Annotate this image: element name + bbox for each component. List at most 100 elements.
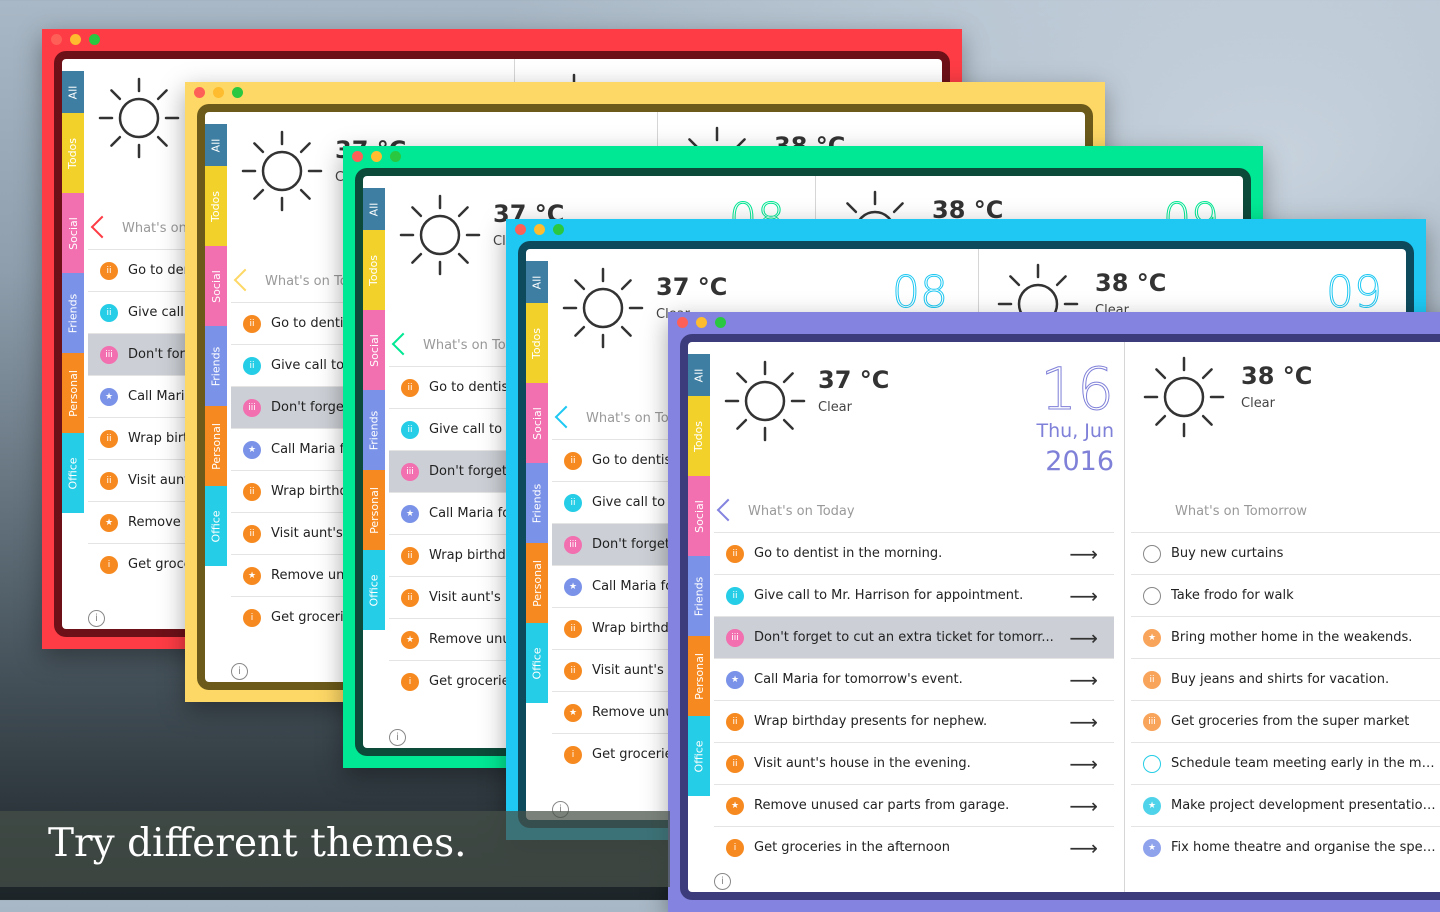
arrow-right-icon[interactable]: ⟶ [1069,626,1098,650]
category-icon[interactable]: iii [1143,712,1161,731]
tab-office[interactable]: Office [62,433,84,513]
zoom-button[interactable] [89,34,100,45]
category-icon[interactable]: ii [1143,670,1161,689]
tab-friends[interactable]: Friends [62,273,84,353]
tab-office[interactable]: Office [688,716,710,796]
category-icon[interactable]: ii [243,356,261,375]
zoom-button[interactable] [553,224,564,235]
zoom-button[interactable] [390,151,401,162]
close-button[interactable] [352,151,363,162]
category-icon[interactable]: ii [243,524,261,543]
today-item-row[interactable]: ★ Remove unused car parts from garage. ⟶ [714,784,1114,826]
empty-circle-icon[interactable] [1143,754,1161,773]
tab-todos[interactable]: Todos [205,166,227,246]
tab-office[interactable]: Office [363,550,385,630]
category-icon[interactable]: iii [726,628,744,647]
category-icon[interactable]: i [401,672,419,691]
tab-office[interactable]: Office [526,623,548,703]
arrow-right-icon[interactable]: ⟶ [1069,752,1098,776]
star-icon[interactable]: ★ [401,504,419,523]
category-icon[interactable]: ii [564,451,582,470]
close-button[interactable] [515,224,526,235]
category-icon[interactable]: ii [401,378,419,397]
category-icon[interactable]: ii [726,712,744,731]
category-icon[interactable]: iii [564,535,582,554]
category-icon[interactable]: ii [401,588,419,607]
back-chevron-icon[interactable] [554,405,578,429]
star-icon[interactable]: ★ [564,703,582,722]
tomorrow-item-row[interactable]: Schedule team meeting early in the morni… [1131,742,1440,784]
tomorrow-item-row[interactable]: Take frodo for walk [1131,574,1440,616]
tab-personal[interactable]: Personal [62,353,84,433]
tab-all[interactable]: All [526,261,548,303]
minimize-button[interactable] [70,34,81,45]
today-item-row[interactable]: ii Visit aunt's house in the evening. ⟶ [714,742,1114,784]
close-button[interactable] [194,87,205,98]
tab-friends[interactable]: Friends [363,390,385,470]
tab-personal[interactable]: Personal [526,543,548,623]
tab-office[interactable]: Office [205,486,227,566]
category-icon[interactable]: i [726,838,744,857]
tab-all[interactable]: All [205,124,227,166]
arrow-right-icon[interactable]: ⟶ [1069,584,1098,608]
category-icon[interactable]: ii [401,420,419,439]
star-icon[interactable]: ★ [726,796,744,815]
category-icon[interactable]: iii [100,345,118,364]
category-icon[interactable]: ii [100,261,118,280]
category-icon[interactable]: ii [243,314,261,333]
tab-friends[interactable]: Friends [526,463,548,543]
today-item-row[interactable]: ★ Call Maria for tomorrow's event. ⟶ [714,658,1114,700]
tomorrow-item-row[interactable]: iii Get groceries from the super market [1131,700,1440,742]
tomorrow-item-row[interactable]: Buy new curtains [1131,532,1440,574]
star-icon[interactable]: ★ [1143,838,1161,857]
tab-all[interactable]: All [363,188,385,230]
today-item-row[interactable]: iii Don't forget to cut an extra ticket f… [714,616,1114,658]
star-icon[interactable]: ★ [726,670,744,689]
star-icon[interactable]: ★ [100,387,118,406]
star-icon[interactable]: ★ [564,577,582,596]
star-icon[interactable]: ★ [1143,796,1161,815]
minimize-button[interactable] [534,224,545,235]
tab-todos[interactable]: Todos [62,113,84,193]
tab-todos[interactable]: Todos [363,230,385,310]
star-icon[interactable]: ★ [243,440,261,459]
info-icon[interactable]: i [231,663,248,680]
empty-circle-icon[interactable] [1143,586,1161,605]
arrow-right-icon[interactable]: ⟶ [1069,710,1098,734]
category-icon[interactable]: ii [564,661,582,680]
tab-personal[interactable]: Personal [363,470,385,550]
category-icon[interactable]: ii [100,471,118,490]
empty-circle-icon[interactable] [1143,544,1161,563]
arrow-right-icon[interactable]: ⟶ [1069,794,1098,818]
close-button[interactable] [677,317,688,328]
category-icon[interactable]: ii [726,544,744,563]
category-icon[interactable]: ii [564,493,582,512]
back-chevron-icon[interactable] [716,498,740,522]
today-item-row[interactable]: i Get groceries in the afternoon ⟶ [714,826,1114,868]
category-icon[interactable]: i [100,555,118,574]
tab-personal[interactable]: Personal [205,406,227,486]
category-icon[interactable]: ii [726,754,744,773]
category-icon[interactable]: ii [100,429,118,448]
category-icon[interactable]: ii [726,586,744,605]
zoom-button[interactable] [715,317,726,328]
category-icon[interactable]: i [564,745,582,764]
category-icon[interactable]: ii [564,619,582,638]
tab-social[interactable]: Social [205,246,227,326]
tab-todos[interactable]: Todos [688,396,710,476]
tab-personal[interactable]: Personal [688,636,710,716]
today-item-row[interactable]: ii Wrap birthday presents for nephew. ⟶ [714,700,1114,742]
arrow-right-icon[interactable]: ⟶ [1069,668,1098,692]
category-icon[interactable]: ii [401,546,419,565]
arrow-right-icon[interactable]: ⟶ [1069,836,1098,860]
category-icon[interactable]: i [243,608,261,627]
star-icon[interactable]: ★ [1143,628,1161,647]
minimize-button[interactable] [371,151,382,162]
star-icon[interactable]: ★ [100,513,118,532]
category-icon[interactable]: ii [100,303,118,322]
category-icon[interactable]: iii [401,462,419,481]
tab-social[interactable]: Social [62,193,84,273]
tomorrow-item-row[interactable]: ★ Bring mother home in the weakends. [1131,616,1440,658]
info-icon[interactable]: i [714,873,731,890]
category-icon[interactable]: ii [243,482,261,501]
